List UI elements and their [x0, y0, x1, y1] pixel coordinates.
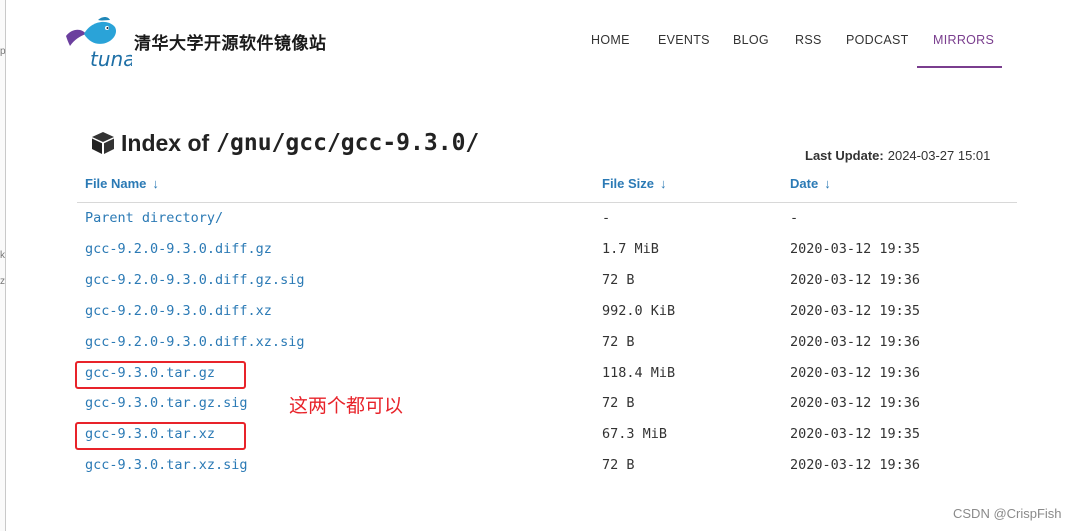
file-size: 72 B [602, 272, 635, 288]
box-icon [92, 132, 114, 154]
highlight-box-tar-xz [75, 422, 246, 450]
file-size: 72 B [602, 334, 635, 350]
sort-arrow-icon: ↓ [152, 176, 159, 191]
table-row: gcc-9.2.0-9.3.0.diff.xz.sig 72 B 2020-03… [77, 328, 1017, 358]
page-heading: Index of /gnu/gcc/gcc-9.3.0/ [91, 128, 479, 158]
tuna-logo[interactable]: tuna [62, 14, 135, 71]
file-link[interactable]: gcc-9.2.0-9.3.0.diff.gz [85, 241, 272, 257]
table-row: Parent directory/ - - [77, 204, 1017, 234]
last-update: Last Update: 2024-03-27 15:01 [805, 148, 990, 163]
nav-events[interactable]: EVENTS [658, 33, 710, 47]
file-size: 67.3 MiB [602, 426, 668, 442]
table-row: gcc-9.2.0-9.3.0.diff.gz.sig 72 B 2020-03… [77, 266, 1017, 296]
column-header-file-name[interactable]: File Name ↓ [85, 176, 159, 191]
file-date: 2020-03-12 19:35 [790, 303, 921, 319]
last-update-value: 2024-03-27 15:01 [887, 148, 991, 163]
file-link[interactable]: gcc-9.3.0.tar.xz.sig [85, 457, 248, 473]
file-size: 72 B [602, 395, 635, 411]
nav-home[interactable]: HOME [591, 33, 630, 47]
file-date: 2020-03-12 19:35 [790, 241, 921, 257]
last-update-label: Last Update: [805, 148, 884, 163]
column-header-file-size[interactable]: File Size ↓ [602, 176, 667, 191]
table-row: gcc-9.2.0-9.3.0.diff.gz 1.7 MiB 2020-03-… [77, 235, 1017, 265]
file-size: 992.0 KiB [602, 303, 676, 319]
nav-rss[interactable]: RSS [795, 33, 822, 47]
heading-label: Index of [121, 129, 210, 156]
heading-path: /gnu/gcc/gcc-9.3.0/ [216, 130, 480, 156]
file-size: 1.7 MiB [602, 241, 659, 257]
site-title: 清华大学开源软件镜像站 [134, 34, 327, 54]
file-date: 2020-03-12 19:36 [790, 457, 921, 473]
file-date: 2020-03-12 19:36 [790, 365, 921, 381]
file-link[interactable]: gcc-9.2.0-9.3.0.diff.xz [85, 303, 272, 319]
table-row: gcc-9.2.0-9.3.0.diff.xz 992.0 KiB 2020-0… [77, 297, 1017, 327]
file-link[interactable]: gcc-9.2.0-9.3.0.diff.xz.sig [85, 334, 304, 350]
sort-arrow-icon: ↓ [824, 176, 831, 191]
svg-text:tuna: tuna [90, 47, 132, 70]
left-window-edge: p k z [0, 0, 6, 531]
file-date: 2020-03-12 19:36 [790, 272, 921, 288]
file-date: 2020-03-12 19:36 [790, 395, 921, 411]
file-date: - [790, 210, 799, 226]
highlight-box-tar-gz [75, 361, 246, 389]
table-row: gcc-9.3.0.tar.xz.sig 72 B 2020-03-12 19:… [77, 451, 1017, 481]
column-header-date[interactable]: Date ↓ [790, 176, 831, 191]
sort-arrow-icon: ↓ [660, 176, 667, 191]
file-date: 2020-03-12 19:36 [790, 334, 921, 350]
file-size: 72 B [602, 457, 635, 473]
watermark: CSDN @CrispFish [953, 506, 1062, 521]
file-link-parent-directory[interactable]: Parent directory/ [85, 210, 223, 226]
page: p k z tuna 清华大学开源软件镜像站 HOME EVENTS BLOG … [0, 0, 1083, 531]
nav-podcast[interactable]: PODCAST [846, 33, 909, 47]
file-size: - [602, 210, 611, 226]
table-header-divider [77, 202, 1017, 203]
annotation-note: 这两个都可以 [289, 395, 404, 417]
file-link[interactable]: gcc-9.2.0-9.3.0.diff.gz.sig [85, 272, 304, 288]
nav-active-underline [917, 66, 1002, 68]
nav-mirrors[interactable]: MIRRORS [933, 33, 994, 47]
file-date: 2020-03-12 19:35 [790, 426, 921, 442]
file-link[interactable]: gcc-9.3.0.tar.gz.sig [85, 395, 248, 411]
file-size: 118.4 MiB [602, 365, 676, 381]
fish-logo-icon: tuna [66, 17, 135, 71]
table-row: gcc-9.3.0.tar.gz.sig 72 B 2020-03-12 19:… [77, 389, 1017, 419]
nav-blog[interactable]: BLOG [733, 33, 769, 47]
